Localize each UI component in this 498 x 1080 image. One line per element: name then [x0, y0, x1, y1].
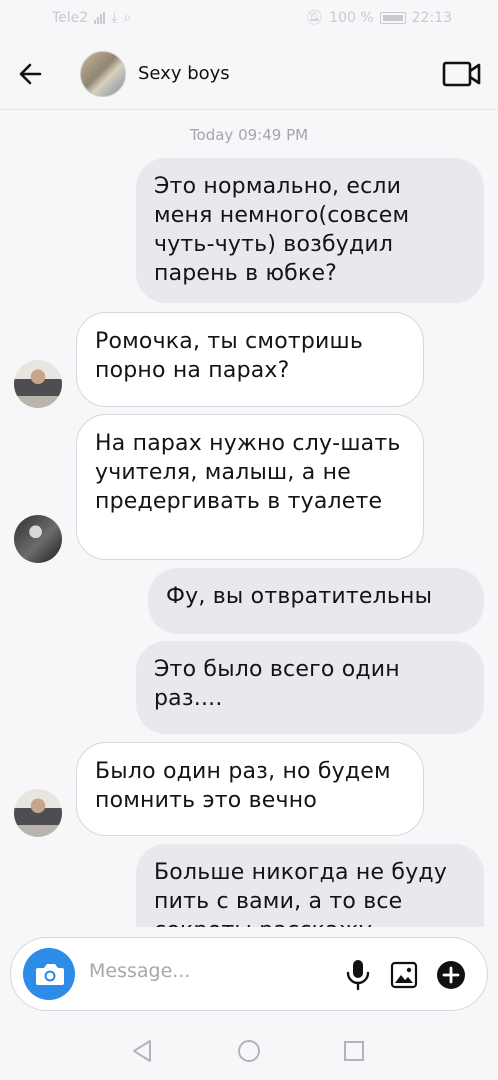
- message-bubble-outgoing[interactable]: Это нормально, если меня немного(совсем …: [136, 158, 484, 303]
- battery-label: 100 %: [329, 10, 374, 26]
- message-list[interactable]: Today 09:49 PM Это нормально, если меня …: [0, 111, 498, 927]
- download-icon: ⤓: [111, 10, 118, 26]
- battery-icon: [379, 12, 406, 24]
- group-avatar[interactable]: [80, 51, 126, 97]
- sender-avatar[interactable]: [14, 515, 62, 563]
- message-composer: [10, 937, 488, 1011]
- status-bar: Tele2 ⤓ ⌕ 🔕︎ 100 % 22:13: [0, 0, 498, 38]
- sender-avatar[interactable]: [14, 789, 62, 837]
- message-input[interactable]: [89, 960, 329, 982]
- silent-icon: 🔕︎: [305, 10, 324, 26]
- gallery-icon: [390, 961, 418, 989]
- message-timestamp: Today 09:49 PM: [189, 126, 309, 144]
- status-left: Tele2 ⤓ ⌕: [52, 10, 131, 26]
- message-bubble-outgoing[interactable]: Это было всего один раз....: [136, 641, 484, 734]
- microphone-icon: [346, 960, 370, 991]
- camera-button[interactable]: [23, 948, 75, 1000]
- message-bubble-outgoing[interactable]: Фу, вы отвратительны: [148, 568, 484, 634]
- status-right: 🔕︎ 100 % 22:13: [305, 10, 452, 26]
- more-options-button[interactable]: [435, 959, 467, 991]
- back-arrow-icon: [19, 63, 42, 85]
- gallery-button[interactable]: [389, 960, 419, 990]
- clock-label: 22:13: [411, 10, 452, 26]
- search-status-icon: ⌕: [123, 10, 132, 26]
- signal-icon: [94, 12, 106, 24]
- chat-header: Sexy boys: [0, 38, 498, 110]
- sender-avatar[interactable]: [14, 360, 62, 408]
- message-bubble-incoming[interactable]: Было один раз, но будем помнить это вечн…: [76, 742, 424, 836]
- camera-icon: [36, 964, 64, 985]
- nav-back-icon[interactable]: [128, 1037, 156, 1065]
- system-navigation-bar: [0, 1022, 498, 1080]
- plus-icon: [437, 961, 465, 989]
- back-button[interactable]: [14, 56, 50, 92]
- message-bubble-incoming[interactable]: На парах нужно слу-шать учителя, малыш, …: [76, 414, 424, 560]
- carrier-label: Tele2: [52, 10, 89, 26]
- video-call-button[interactable]: [442, 58, 482, 90]
- message-bubble-incoming[interactable]: Ромочка, ты смотришь порно на парах?: [76, 312, 424, 407]
- voice-message-button[interactable]: [343, 958, 373, 992]
- nav-home-icon[interactable]: [235, 1037, 263, 1065]
- video-call-icon: [442, 61, 481, 87]
- nav-recents-icon[interactable]: [340, 1037, 368, 1065]
- chat-title[interactable]: Sexy boys: [138, 63, 230, 84]
- message-bubble-outgoing[interactable]: Больше никогда не буду пить с вами, а то…: [136, 844, 484, 927]
